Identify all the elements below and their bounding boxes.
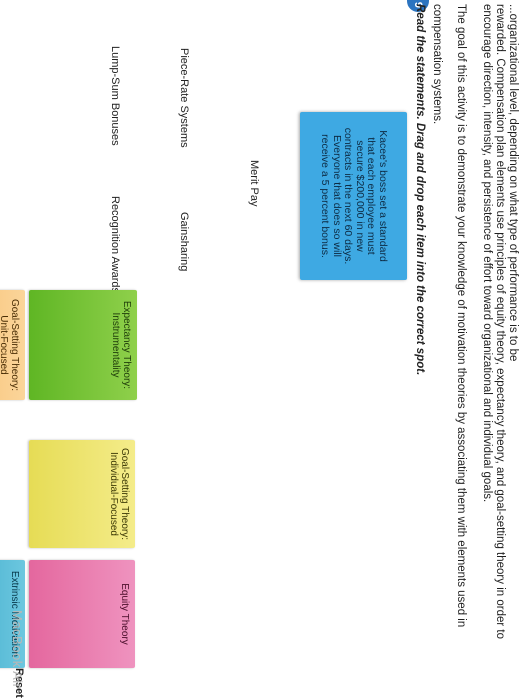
drop-label-goal-individual: Goal-Setting Theory: Individual-Focused [108,447,130,541]
device-watermark: MacBook Air [10,610,25,689]
goal-line-1: The goal of this activity is to demonstr… [455,4,468,628]
drag-item-gainsharing[interactable]: Gainsharing [178,212,190,271]
drag-item-piece-rate[interactable]: Piece-Rate Systems [178,48,190,148]
activity-page: ...organizational level, depending on wh… [0,0,525,700]
drop-label-expectancy: Expectancy Theory: Instrumentality [110,300,132,390]
instruction-text: Read the statements. Drag and drop each … [414,4,426,376]
goal-line-2: compensation systems. [431,4,443,125]
drag-item-recognition[interactable]: Recognition Awards [109,196,121,293]
drop-label-goal-unit: Goal-Setting Theory: Unit-Focused [0,298,20,392]
goal-paragraph: The goal of this activity is to demonstr… [419,4,480,694]
drop-zone-expectancy[interactable]: Expectancy Theory: Instrumentality [29,290,137,400]
intro-paragraph: ...organizational level, depending on wh… [480,4,519,694]
statement-text: Kacee's boss set a standard that each em… [319,127,390,265]
drop-label-equity: Equity Theory [119,583,130,645]
drop-zone-equity[interactable]: Equity Theory [29,560,135,668]
drop-zone-goal-unit[interactable]: Goal-Setting Theory: Unit-Focused [0,290,25,400]
drag-item-lump-sum[interactable]: Lump-Sum Bonuses [109,46,121,146]
drag-item-merit-pay[interactable]: Merit Pay [248,160,260,206]
drop-zone-goal-individual[interactable]: Goal-Setting Theory: Individual-Focused [29,440,135,548]
intro-line-2: encourage direction, intensity, and pers… [481,4,493,503]
statement-card[interactable]: Kacee's boss set a standard that each em… [300,112,407,280]
intro-line-1: rewarded. Compensation plan elements use… [494,4,506,639]
intro-line-0: ...organizational level, depending on wh… [507,4,519,362]
